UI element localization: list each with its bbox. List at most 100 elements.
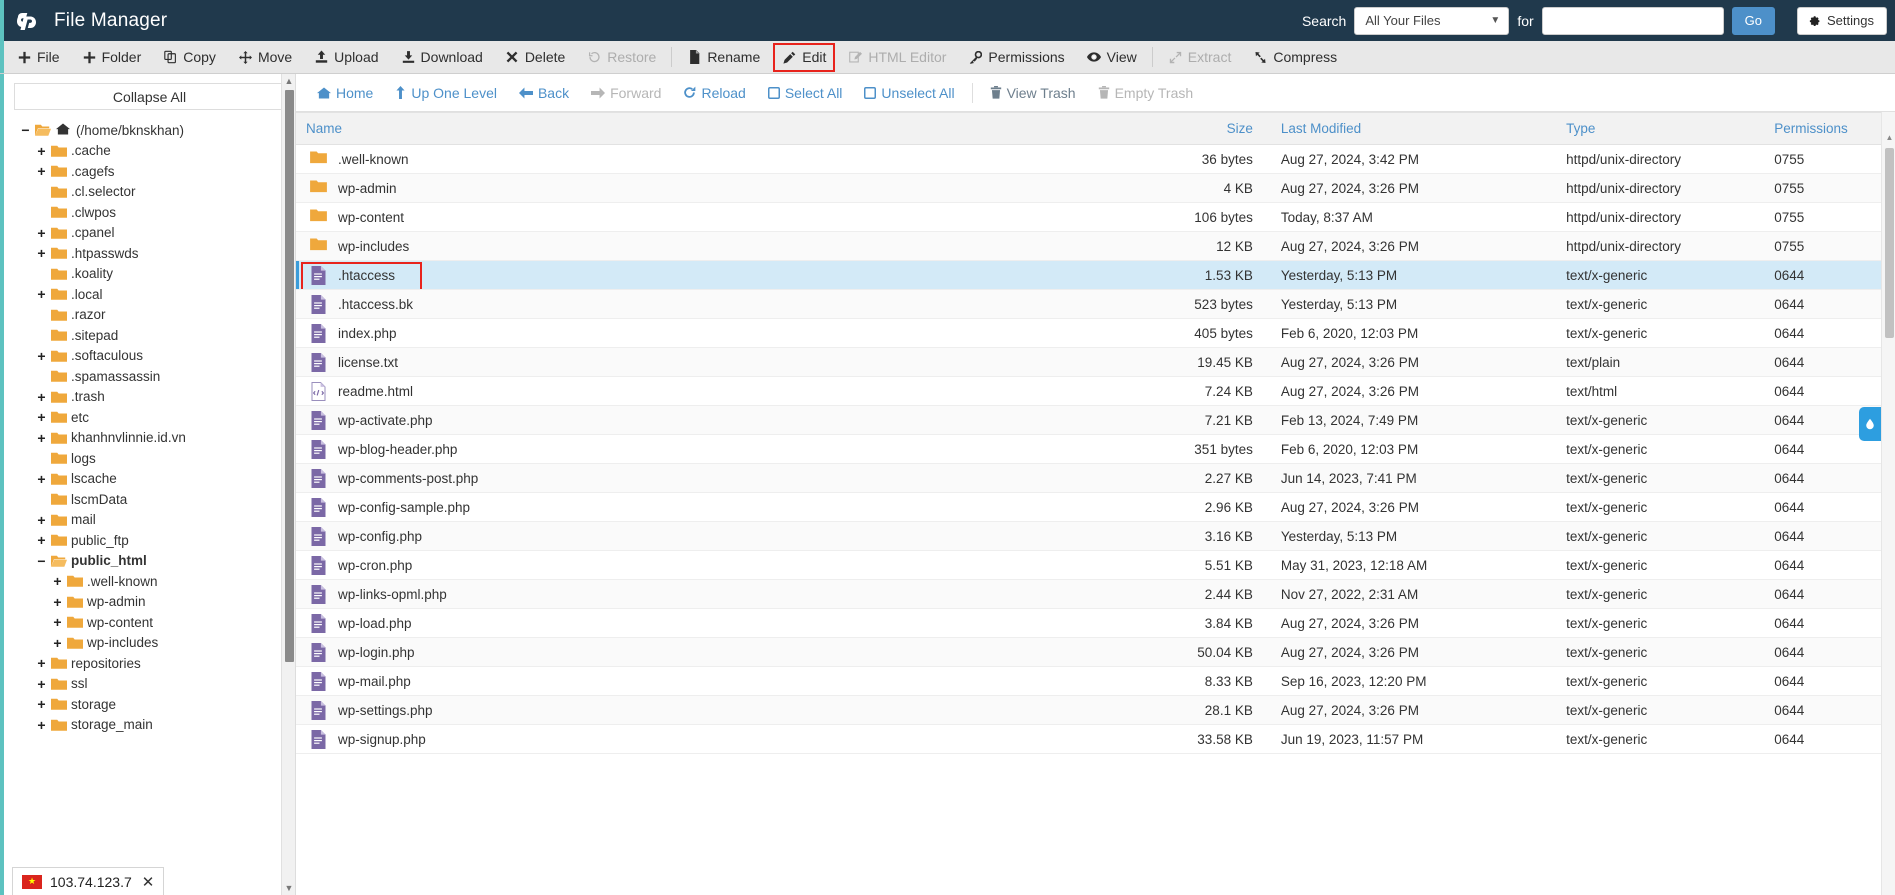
file-name-wrapper[interactable]: wp-config.php	[306, 526, 1118, 546]
scroll-up-icon[interactable]: ▲	[1885, 132, 1894, 142]
toolbar-compress-button[interactable]: Compress	[1242, 41, 1348, 74]
toolbar-delete-button[interactable]: Delete	[494, 41, 576, 74]
table-row[interactable]: wp-admin 4 KB Aug 27, 2024, 3:26 PM httpd/u…	[296, 173, 1895, 203]
toolbar-permissions-button[interactable]: Permissions	[957, 41, 1075, 74]
expand-toggle-icon[interactable]: +	[36, 349, 47, 363]
collapse-toggle-icon[interactable]: −	[20, 123, 31, 137]
tree-node-wp-content[interactable]: + wp-content	[6, 612, 295, 633]
sidebar-scrollbar[interactable]: ▲ ▼	[281, 74, 295, 895]
file-name-cell[interactable]: index.php	[296, 318, 1129, 348]
file-name-wrapper[interactable]: wp-activate.php	[306, 410, 1118, 430]
scroll-up-icon[interactable]: ▲	[284, 76, 294, 86]
toolbar-edit-button[interactable]: Edit	[771, 41, 837, 74]
table-row[interactable]: wp-load.php 3.84 KB Aug 27, 2024, 3:26 PM t…	[296, 608, 1895, 638]
toolbar-upload-button[interactable]: Upload	[303, 41, 389, 74]
file-name-wrapper[interactable]: wp-load.php	[306, 613, 1118, 633]
expand-toggle-icon[interactable]: +	[52, 636, 63, 650]
file-name-cell[interactable]: license.txt	[296, 347, 1129, 377]
collapse-all-button[interactable]: Collapse All	[14, 83, 285, 110]
tree-node-.clwpos[interactable]: .clwpos	[6, 202, 295, 223]
table-row[interactable]: index.php 405 bytes Feb 6, 2020, 12:03 PM t…	[296, 318, 1895, 348]
scroll-down-icon[interactable]: ▼	[284, 883, 294, 893]
nav-reload-button[interactable]: Reload	[672, 85, 756, 101]
expand-toggle-icon[interactable]: +	[36, 677, 47, 691]
column-header-permissions[interactable]: Permissions	[1764, 112, 1895, 145]
file-list-scrollbar[interactable]: ▲	[1881, 112, 1895, 895]
file-name-cell[interactable]: wp-admin	[296, 173, 1129, 203]
file-name-cell[interactable]: wp-includes	[296, 231, 1129, 261]
file-name-cell[interactable]: wp-activate.php	[296, 405, 1129, 435]
tree-node-storage[interactable]: + storage	[6, 694, 295, 715]
tree-node-storage_main[interactable]: + storage_main	[6, 715, 295, 736]
expand-toggle-icon[interactable]: +	[36, 226, 47, 240]
table-row[interactable]: wp-blog-header.php 351 bytes Feb 6, 2020, …	[296, 434, 1895, 464]
nav-back-button[interactable]: Back	[508, 85, 580, 101]
nav-up-one-level-button[interactable]: Up One Level	[384, 85, 508, 101]
file-name-wrapper[interactable]: wp-blog-header.php	[306, 439, 1118, 459]
nav-unselect-all-button[interactable]: Unselect All	[853, 85, 965, 101]
file-name-wrapper[interactable]: wp-comments-post.php	[306, 468, 1118, 488]
file-name-cell[interactable]: wp-settings.php	[296, 695, 1129, 725]
expand-toggle-icon[interactable]: +	[36, 431, 47, 445]
tree-node-wp-admin[interactable]: + wp-admin	[6, 592, 295, 613]
expand-toggle-icon[interactable]: +	[36, 144, 47, 158]
file-name-cell[interactable]: .well-known	[296, 144, 1129, 174]
table-row[interactable]: wp-config.php 3.16 KB Yesterday, 5:13 PM te…	[296, 521, 1895, 551]
collapse-toggle-icon[interactable]: −	[36, 554, 47, 568]
table-row[interactable]: wp-signup.php 33.58 KB Jun 19, 2023, 11:57…	[296, 724, 1895, 754]
file-name-wrapper[interactable]: wp-includes	[306, 237, 1118, 256]
file-name-cell[interactable]: wp-blog-header.php	[296, 434, 1129, 464]
tree-node-public_ftp[interactable]: + public_ftp	[6, 530, 295, 551]
tree-node-lscmdata[interactable]: lscmData	[6, 489, 295, 510]
expand-toggle-icon[interactable]: +	[36, 390, 47, 404]
settings-button[interactable]: Settings	[1797, 6, 1887, 35]
file-name-cell[interactable]: .htaccess.bk	[296, 289, 1129, 319]
file-name-cell[interactable]: wp-config.php	[296, 521, 1129, 551]
file-name-wrapper[interactable]: wp-signup.php	[306, 729, 1118, 749]
column-header-last-modified[interactable]: Last Modified	[1270, 112, 1557, 145]
file-name-wrapper[interactable]: readme.html	[306, 381, 1118, 401]
tree-node-mail[interactable]: + mail	[6, 510, 295, 531]
table-row[interactable]: wp-includes 12 KB Aug 27, 2024, 3:26 PM htt…	[296, 231, 1895, 261]
expand-toggle-icon[interactable]: +	[36, 164, 47, 178]
file-name-cell[interactable]: wp-content	[296, 202, 1129, 232]
toolbar-file-button[interactable]: File	[6, 41, 71, 74]
tree-node-repositories[interactable]: + repositories	[6, 653, 295, 674]
table-row[interactable]: wp-config-sample.php 2.96 KB Aug 27, 2024,…	[296, 492, 1895, 522]
table-row[interactable]: .htaccess.bk 523 bytes Yesterday, 5:13 PM t…	[296, 289, 1895, 319]
nav-view-trash-button[interactable]: View Trash	[979, 85, 1087, 101]
file-list-scrollbar-thumb[interactable]	[1885, 148, 1894, 338]
expand-toggle-icon[interactable]: +	[36, 656, 47, 670]
file-name-wrapper[interactable]: .htaccess.bk	[306, 294, 1118, 314]
column-header-name[interactable]: Name	[296, 112, 1129, 145]
tree-node-logs[interactable]: logs	[6, 448, 295, 469]
tree-node-ssl[interactable]: + ssl	[6, 674, 295, 695]
table-row[interactable]: wp-comments-post.php 2.27 KB Jun 14, 2023,…	[296, 463, 1895, 493]
file-name-wrapper[interactable]: wp-admin	[306, 179, 1118, 198]
tree-node-public_html[interactable]: − public_html	[6, 551, 295, 572]
file-name-wrapper[interactable]: wp-content	[306, 208, 1118, 227]
file-name-cell[interactable]: wp-comments-post.php	[296, 463, 1129, 493]
file-name-wrapper[interactable]: wp-mail.php	[306, 671, 1118, 691]
file-name-wrapper[interactable]: .well-known	[306, 150, 1118, 169]
file-name-cell[interactable]: wp-load.php	[296, 608, 1129, 638]
toolbar-rename-button[interactable]: Rename	[676, 41, 771, 74]
tree-node-khanhnvlinnie.id.vn[interactable]: + khanhnvlinnie.id.vn	[6, 428, 295, 449]
file-name-wrapper[interactable]: .htaccess	[300, 261, 1118, 289]
file-name-wrapper[interactable]: wp-settings.php	[306, 700, 1118, 720]
tree-node-etc[interactable]: + etc	[6, 407, 295, 428]
expand-toggle-icon[interactable]: +	[36, 287, 47, 301]
search-input[interactable]	[1541, 6, 1724, 35]
tree-node-.cagefs[interactable]: + .cagefs	[6, 161, 295, 182]
table-row[interactable]: license.txt 19.45 KB Aug 27, 2024, 3:26 PM…	[296, 347, 1895, 377]
tree-node-.razor[interactable]: .razor	[6, 305, 295, 326]
search-scope-select[interactable]: All Your Files ▼	[1354, 6, 1510, 35]
file-name-wrapper[interactable]: wp-login.php	[306, 642, 1118, 662]
file-name-wrapper[interactable]: wp-links-opml.php	[306, 584, 1118, 604]
file-name-cell[interactable]: wp-mail.php	[296, 666, 1129, 696]
nav-home-button[interactable]: Home	[306, 85, 384, 101]
file-name-wrapper[interactable]: wp-config-sample.php	[306, 497, 1118, 517]
tree-node-.spamassassin[interactable]: .spamassassin	[6, 366, 295, 387]
expand-toggle-icon[interactable]: +	[36, 246, 47, 260]
expand-toggle-icon[interactable]: +	[36, 533, 47, 547]
